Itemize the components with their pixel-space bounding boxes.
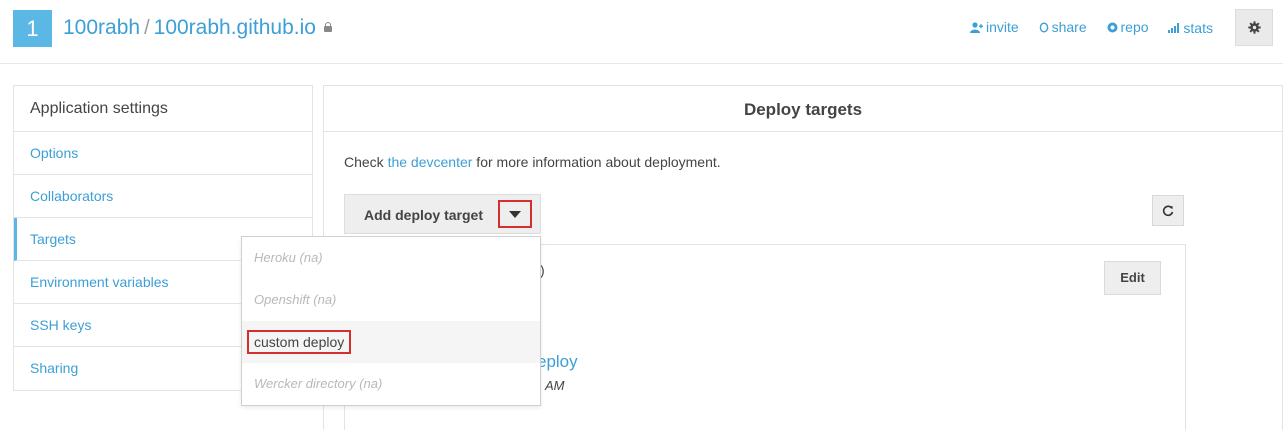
panel-title: Deploy targets bbox=[324, 86, 1282, 132]
breadcrumb: 100rabh/100rabh.github.io bbox=[63, 15, 332, 41]
add-user-icon bbox=[970, 21, 983, 33]
deploy-link[interactable]: eploy bbox=[537, 352, 578, 372]
stats-label: stats bbox=[1183, 19, 1213, 36]
add-deploy-target-button[interactable]: Add deploy target bbox=[344, 194, 541, 234]
lock-icon bbox=[323, 21, 332, 32]
stats-link[interactable]: stats bbox=[1168, 20, 1213, 36]
menu-item-heroku: Heroku (na) bbox=[254, 250, 323, 265]
stats-icon bbox=[1168, 22, 1180, 33]
refresh-icon bbox=[1162, 205, 1174, 216]
info-prefix: Check bbox=[344, 154, 388, 170]
info-text: Check the devcenter for more information… bbox=[344, 154, 721, 170]
repo-icon bbox=[1107, 22, 1117, 32]
top-header: 1 100rabh/100rabh.github.io invite share… bbox=[0, 0, 1283, 64]
menu-item-openshift: Openshift (na) bbox=[254, 292, 337, 307]
share-icon bbox=[1039, 21, 1048, 33]
menu-item-wercker-directory: Wercker directory (na) bbox=[254, 376, 383, 391]
project-number-badge[interactable]: 1 bbox=[13, 10, 52, 47]
repo-label: repo bbox=[1120, 19, 1149, 35]
share-label: share bbox=[1051, 19, 1087, 35]
gear-icon bbox=[1247, 21, 1261, 34]
breadcrumb-separator: / bbox=[144, 17, 150, 39]
sidebar-title: Application settings bbox=[14, 86, 312, 132]
owner-link[interactable]: 100rabh bbox=[63, 16, 140, 39]
deploy-time: AM bbox=[545, 378, 565, 393]
custom-deploy-label[interactable]: custom deploy bbox=[247, 330, 352, 354]
info-suffix: for more information about deployment. bbox=[472, 154, 721, 170]
menu-item-custom-deploy[interactable]: custom deploy bbox=[242, 321, 540, 363]
header-links: invite share repo stats bbox=[954, 19, 1213, 36]
caret-down-icon bbox=[509, 210, 521, 218]
add-deploy-target-label: Add deploy target bbox=[364, 207, 484, 223]
invite-label: invite bbox=[986, 19, 1019, 35]
repo-link-nav[interactable]: repo bbox=[1107, 19, 1149, 35]
share-link[interactable]: share bbox=[1039, 19, 1087, 35]
repo-link[interactable]: 100rabh.github.io bbox=[154, 16, 316, 39]
deploy-target-dropdown: Heroku (na) Openshift (na) custom deploy… bbox=[241, 236, 541, 406]
edit-button[interactable]: Edit bbox=[1104, 261, 1161, 295]
sidebar-item-options[interactable]: Options bbox=[14, 132, 312, 175]
devcenter-link[interactable]: the devcenter bbox=[388, 154, 473, 170]
settings-button[interactable] bbox=[1235, 9, 1273, 46]
dropdown-toggle[interactable] bbox=[498, 200, 532, 228]
invite-link[interactable]: invite bbox=[970, 19, 1019, 35]
refresh-button[interactable] bbox=[1152, 195, 1184, 226]
sidebar-item-collaborators[interactable]: Collaborators bbox=[14, 175, 312, 218]
